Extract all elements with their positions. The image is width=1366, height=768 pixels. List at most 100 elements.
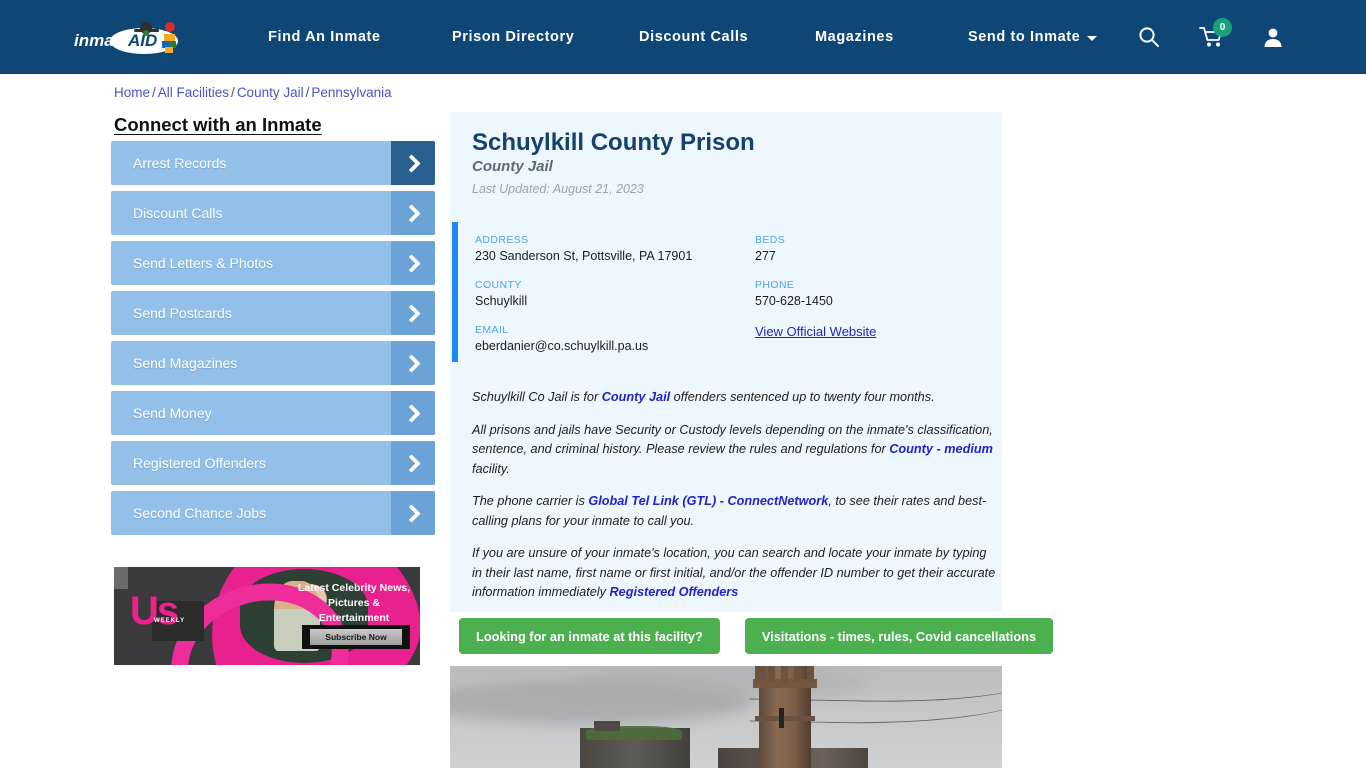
chevron-right-icon [391, 291, 435, 335]
svg-text:AID: AID [127, 31, 157, 50]
find-inmate-button[interactable]: Looking for an inmate at this facility? [459, 618, 720, 654]
nav-item-prison-directory[interactable]: Prison Directory [452, 29, 574, 45]
page-title: Schuylkill County Prison [472, 129, 755, 156]
breadcrumb-item-home[interactable]: Home [114, 85, 150, 100]
chevron-right-icon [391, 191, 435, 235]
detail-address: ADDRESS 230 Sanderson St, Pottsville, PA… [475, 234, 735, 263]
link-county-medium[interactable]: County - medium [889, 442, 993, 456]
chevron-right-icon [391, 241, 435, 285]
detail-label: EMAIL [475, 324, 509, 336]
sidebar-item-send-money[interactable]: Send Money [111, 391, 435, 435]
ad-brand-subtext: WEEKLY [152, 601, 204, 641]
nav-item-magazines[interactable]: Magazines [815, 29, 894, 45]
detail-phone: PHONE 570-628-1450 [755, 279, 995, 308]
sidebar-item-arrest-records[interactable]: Arrest Records [111, 141, 435, 185]
detail-value: 570-628-1450 [755, 294, 833, 308]
chevron-down-icon [1087, 35, 1098, 41]
user-icon[interactable] [1262, 26, 1284, 48]
svg-text:inmate: inmate [74, 31, 129, 50]
breadcrumb-item-pennsylvania[interactable]: Pennsylvania [311, 85, 391, 100]
chevron-right-icon [391, 341, 435, 385]
facility-photo [450, 666, 1002, 768]
sidebar-item-second-chance-jobs[interactable]: Second Chance Jobs [111, 491, 435, 535]
user-glyph [1264, 28, 1282, 47]
chevron-right-icon [391, 141, 435, 185]
ad-brand-logo: Us WEEKLY [130, 591, 204, 641]
details-column-right: BEDS 277 PHONE 570-628-1450 View Officia… [755, 234, 995, 355]
ad-headline: Latest Celebrity News, Pictures & Entert… [297, 582, 411, 624]
chevron-right-icon [391, 491, 435, 535]
tower-crenellation [755, 666, 815, 682]
tower-window [779, 708, 784, 728]
nav-label: Magazines [815, 29, 894, 45]
breadcrumb-item-county-jail[interactable]: County Jail [237, 85, 304, 100]
cart-icon[interactable]: 0 [1198, 18, 1232, 50]
nav-item-discount-calls[interactable]: Discount Calls [639, 29, 748, 45]
desc-text: Schuylkill Co Jail is for [472, 390, 602, 404]
breadcrumb-separator: / [152, 85, 156, 100]
detail-label: COUNTY [475, 279, 522, 291]
tower-band [755, 716, 815, 721]
site-logo[interactable]: inmate AID [72, 16, 194, 58]
chevron-right-icon [391, 391, 435, 435]
description-paragraph-1: Schuylkill Co Jail is for County Jail of… [472, 388, 997, 408]
facility-description: Schuylkill Co Jail is for County Jail of… [472, 388, 997, 616]
accent-bar [452, 222, 458, 362]
detail-label: ADDRESS [475, 234, 529, 246]
facility-info-card: Schuylkill County Prison County Jail Las… [450, 112, 1002, 612]
detail-county: COUNTY Schuylkill [475, 279, 735, 308]
search-icon[interactable] [1138, 26, 1160, 48]
link-gtl-connectnetwork[interactable]: Global Tel Link (GTL) - ConnectNetwork [588, 494, 828, 508]
sidebar-item-label: Registered Offenders [133, 455, 266, 471]
detail-label: BEDS [755, 234, 786, 246]
breadcrumb-item-all-facilities[interactable]: All Facilities [158, 85, 229, 100]
detail-website: View Official Website [755, 324, 995, 339]
sidebar-item-label: Send Letters & Photos [133, 255, 274, 271]
search-glyph [1139, 27, 1159, 47]
last-updated-text: Last Updated: August 21, 2023 [472, 182, 644, 196]
sidebar-item-send-magazines[interactable]: Send Magazines [111, 341, 435, 385]
building-parapet [594, 721, 620, 731]
link-registered-offenders[interactable]: Registered Offenders [610, 585, 739, 599]
description-paragraph-2: All prisons and jails have Security or C… [472, 421, 997, 480]
sidebar-item-label: Second Chance Jobs [133, 505, 267, 521]
visitations-button[interactable]: Visitations - times, rules, Covid cancel… [744, 618, 1054, 654]
sidebar-item-label: Send Postcards [133, 305, 232, 321]
nav-item-send-to-inmate[interactable]: Send to Inmate [968, 29, 1098, 45]
sidebar-item-label: Discount Calls [133, 205, 223, 221]
ad-corner-decoration [114, 567, 128, 589]
detail-value: Schuylkill [475, 294, 528, 308]
sidebar-item-send-letters-photos[interactable]: Send Letters & Photos [111, 241, 435, 285]
ad-banner-us-weekly[interactable]: Us WEEKLY Latest Celebrity News, Picture… [114, 567, 420, 665]
nav-label: Find An Inmate [268, 29, 381, 45]
detail-value: 277 [755, 249, 776, 263]
desc-text: offenders sentenced up to twenty four mo… [670, 390, 935, 404]
nav-item-find-an-inmate[interactable]: Find An Inmate [268, 29, 381, 45]
ad-subscribe-button[interactable]: Subscribe Now [310, 629, 402, 645]
nav-label: Discount Calls [639, 29, 749, 45]
action-buttons: Looking for an inmate at this facility? … [459, 618, 1054, 654]
details-column-left: ADDRESS 230 Sanderson St, Pottsville, PA… [475, 234, 735, 369]
sidebar-item-label: Arrest Records [133, 155, 227, 171]
sidebar-list: Arrest Records Discount Calls Send Lette… [111, 141, 435, 541]
sidebar-item-discount-calls[interactable]: Discount Calls [111, 191, 435, 235]
link-county-jail[interactable]: County Jail [602, 390, 670, 404]
chevron-right-icon [391, 441, 435, 485]
sidebar-title: Connect with an Inmate [114, 114, 322, 135]
description-paragraph-3: The phone carrier is Global Tel Link (GT… [472, 492, 997, 531]
breadcrumb: Home / All Facilities / County Jail / Pennsylv… [114, 85, 392, 100]
detail-label: PHONE [755, 279, 795, 291]
sidebar-item-label: Send Magazines [133, 355, 238, 371]
detail-value: 230 Sanderson St, Pottsville, PA 17901 [475, 249, 693, 263]
cart-count-badge: 0 [1213, 18, 1232, 37]
desc-text: The phone carrier is [472, 494, 589, 508]
inmateaid-logo-icon: inmate AID [74, 22, 178, 54]
facility-type: County Jail [472, 158, 553, 175]
sidebar-item-send-postcards[interactable]: Send Postcards [111, 291, 435, 335]
sidebar-item-registered-offenders[interactable]: Registered Offenders [111, 441, 435, 485]
detail-beds: BEDS 277 [755, 234, 995, 263]
official-website-link[interactable]: View Official Website [755, 324, 995, 339]
nav-label: Prison Directory [452, 29, 575, 45]
breadcrumb-separator: / [305, 85, 310, 100]
description-paragraph-4: If you are unsure of your inmate's locat… [472, 544, 997, 603]
